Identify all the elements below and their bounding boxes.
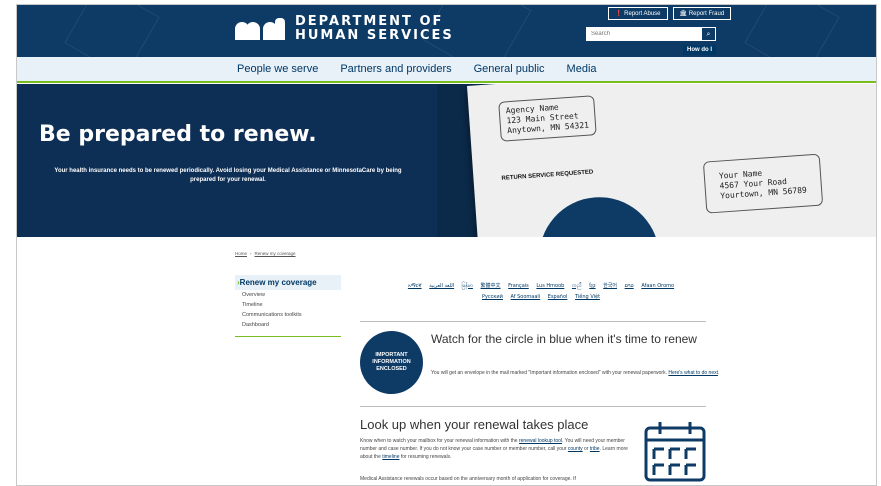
section2-text: or (584, 446, 589, 452)
language-link[interactable]: 繁體中文 (481, 283, 501, 289)
hero-title: Be prepared to renew. (39, 122, 317, 147)
nav-item-general-public[interactable]: General public (474, 63, 545, 75)
language-link[interactable]: ကညီ (572, 283, 582, 289)
browser-viewport: DEPARTMENT OF HUMAN SERVICES ❗ Report Ab… (16, 4, 877, 486)
nav-item-people-we-serve[interactable]: People we serve (237, 63, 318, 75)
site-header: DEPARTMENT OF HUMAN SERVICES ❗ Report Ab… (17, 5, 876, 57)
logo-line1: DEPARTMENT OF (295, 14, 444, 29)
language-link[interactable]: Русский (482, 294, 503, 300)
language-link[interactable]: Tiếng Việt (575, 294, 600, 300)
language-link[interactable]: አማርኛ (408, 283, 422, 289)
whats-next-link[interactable]: Here's what to do next (668, 370, 718, 376)
sender-address: Agency Name 123 Main Street Anytown, MN … (498, 95, 597, 142)
blue-circle-graphic (535, 193, 664, 237)
section1-title: Watch for the circle in blue when it's t… (431, 332, 697, 346)
side-nav-title[interactable]: ›Renew my coverage (235, 275, 341, 290)
report-abuse-label: Report Abuse (624, 11, 661, 17)
language-link[interactable]: ລາວ (625, 283, 634, 289)
section2-text: for resuming renewals. (400, 454, 452, 460)
side-nav-item-overview[interactable]: Overview (235, 290, 341, 300)
tribe-link[interactable]: tribe (590, 446, 600, 452)
section2-body: Know when to watch your mailbox for your… (360, 437, 640, 461)
language-links: አማርኛ اللغة العربية မြန်မာ 繁體中文 Français … (386, 281, 696, 303)
return-service-text: RETURN SERVICE REQUESTED (501, 169, 594, 182)
bank-icon: 🏛 (679, 11, 688, 17)
language-link[interactable]: Afaan Oromo (641, 283, 674, 289)
search-box: ⌕ (586, 27, 716, 41)
report-fraud-button[interactable]: 🏛 Report Fraud (672, 7, 732, 20)
renewal-lookup-tool-link[interactable]: renewal lookup tool (519, 438, 562, 444)
how-do-i-button[interactable]: How do I (683, 45, 716, 55)
dhs-logo[interactable]: DEPARTMENT OF HUMAN SERVICES (235, 15, 454, 43)
report-abuse-button[interactable]: ❗ Report Abuse (608, 7, 668, 20)
breadcrumb: Home › Renew my coverage (235, 251, 296, 256)
language-link[interactable]: Español (548, 294, 568, 300)
hero-banner: Agency Name 123 Main Street Anytown, MN … (17, 84, 876, 237)
hex-decoration (64, 5, 160, 57)
language-row: Русский Af Soomaali Español Tiếng Việt (386, 292, 696, 303)
side-nav: ›Renew my coverage Overview Timeline Com… (235, 275, 341, 337)
logo-text: DEPARTMENT OF HUMAN SERVICES (295, 15, 454, 43)
language-link[interactable]: ខ្មែរ (589, 283, 595, 289)
side-nav-item-dashboard[interactable]: Dashboard (235, 320, 341, 330)
utility-links: ❗ Report Abuse 🏛 Report Fraud (608, 7, 732, 20)
hex-decoration (744, 5, 840, 57)
side-nav-item-timeline[interactable]: Timeline (235, 300, 341, 310)
nav-item-partners-and-providers[interactable]: Partners and providers (340, 63, 451, 75)
language-link[interactable]: Lus Hmoob (536, 283, 564, 289)
calendar-icon (644, 422, 706, 482)
section1-body: You will get an envelope in the mail mar… (431, 370, 720, 376)
search-button[interactable]: ⌕ (701, 27, 716, 41)
search-input[interactable] (586, 28, 701, 40)
hero-text-panel: Be prepared to renew. Your health insura… (17, 84, 437, 237)
mn-logo-mark (235, 18, 285, 40)
language-link[interactable]: Af Soomaali (511, 294, 541, 300)
timeline-link[interactable]: timeline (382, 454, 399, 460)
search-icon: ⌕ (706, 29, 711, 38)
important-information-badge: IMPORTANT INFORMATION ENCLOSED (360, 331, 423, 394)
logo-line2: HUMAN SERVICES (295, 28, 454, 43)
main-nav: People we serve Partners and providers G… (17, 57, 876, 83)
nav-items: People we serve Partners and providers G… (237, 63, 597, 75)
language-link[interactable]: မြန်မာ (462, 283, 473, 289)
nav-item-media[interactable]: Media (567, 63, 597, 75)
envelope-illustration: Agency Name 123 Main Street Anytown, MN … (467, 84, 876, 237)
report-fraud-label: Report Fraud (688, 11, 725, 17)
language-link[interactable]: اللغة العربية (429, 283, 454, 289)
side-nav-item-communications-toolkits[interactable]: Communications toolkits (235, 310, 341, 320)
divider (360, 406, 706, 407)
breadcrumb-current[interactable]: Renew my coverage (255, 251, 296, 256)
language-link[interactable]: Français (508, 283, 529, 289)
section2-title: Look up when your renewal takes place (360, 417, 589, 432)
alert-icon: ❗ (615, 11, 623, 17)
recipient-address: Your Name 4567 Your Road Yourtown, MN 56… (702, 153, 823, 214)
breadcrumb-separator: › (250, 251, 252, 256)
section2-text: Know when to watch your mailbox for your… (360, 438, 518, 444)
divider (360, 321, 706, 322)
language-link[interactable]: 한국어 (603, 283, 617, 289)
section2-body-extra: Medical Assistance renewals occur based … (360, 476, 576, 482)
side-nav-title-label: Renew my coverage (239, 278, 317, 287)
breadcrumb-home[interactable]: Home (235, 251, 247, 256)
hero-subtitle: Your health insurance needs to be renewe… (54, 168, 402, 183)
section1-text: You will get an envelope in the mail mar… (431, 370, 667, 376)
county-link[interactable]: county (568, 446, 583, 452)
language-row: አማርኛ اللغة العربية မြန်မာ 繁體中文 Français … (386, 281, 696, 292)
